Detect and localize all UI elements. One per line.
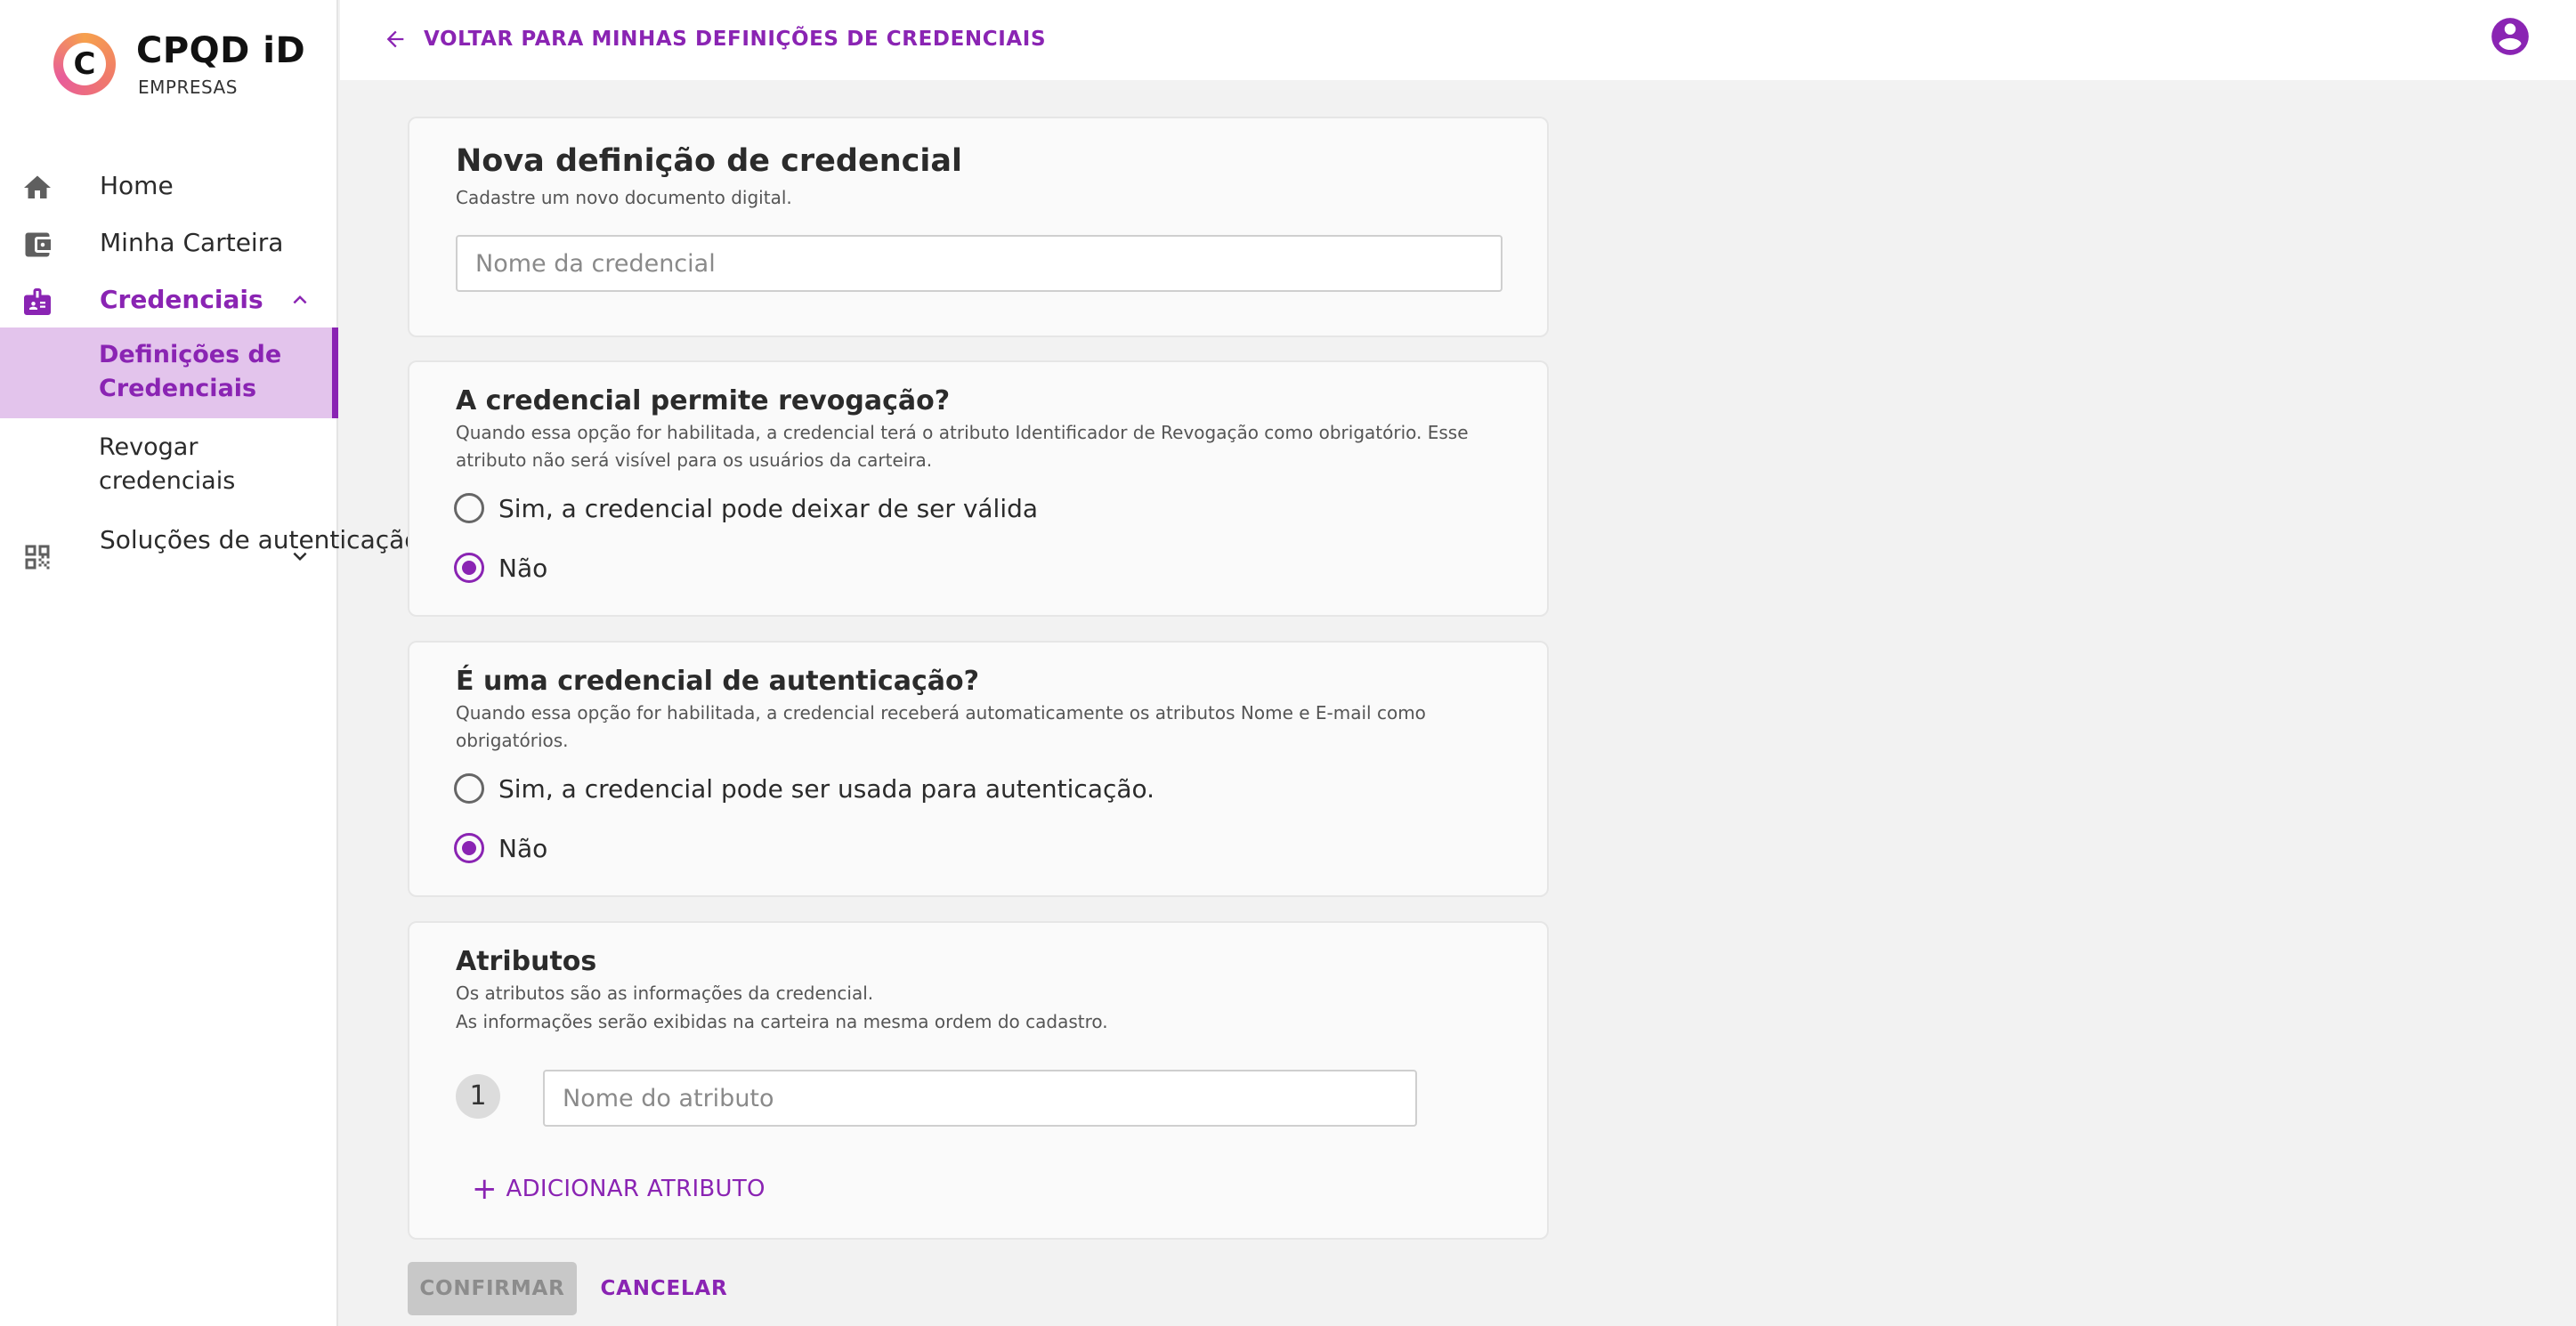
revocation-option-no[interactable]: Não: [454, 548, 547, 587]
brand-subtitle: EMPRESAS: [138, 77, 238, 98]
sidebar-item-label: Credenciais: [100, 285, 263, 314]
home-icon: [24, 175, 51, 198]
qr-code-icon: [25, 545, 50, 570]
sidebar: C CPQD iD EMPRESAS Home Minha Carteira C…: [0, 0, 420, 1326]
authentication-description: Quando essa opção for habilitada, a cred…: [456, 702, 1426, 751]
chevron-up-icon[interactable]: [287, 287, 313, 313]
attributes-title: Atributos: [456, 946, 597, 977]
chevron-down-icon[interactable]: [287, 543, 313, 570]
arrow-left-icon: [386, 30, 404, 48]
wallet-icon: [25, 232, 51, 257]
attributes-card: Atributos Os atributos são as informaçõe…: [408, 921, 1549, 1240]
badge-icon: [24, 288, 51, 315]
sidebar-item-label: Soluções de autenticação: [100, 525, 420, 554]
attribute-number-badge: 1: [456, 1074, 500, 1119]
radio-button[interactable]: [454, 833, 484, 863]
authentication-title: É uma credencial de autenticação?: [456, 666, 979, 697]
sidebar-item-label: Home: [100, 171, 174, 200]
attributes-description-order: As informações serão exibidas na carteir…: [456, 1011, 1108, 1032]
page-subtitle: Cadastre um novo documento digital.: [456, 187, 792, 208]
authentication-option-yes[interactable]: Sim, a credencial pode ser usada para au…: [454, 769, 1154, 808]
add-attribute-button[interactable]: + ADICIONAR ATRIBUTO: [472, 1174, 766, 1204]
sidebar-item-home[interactable]: Home: [0, 158, 338, 212]
radio-label: Sim, a credencial pode ser usada para au…: [498, 773, 1155, 804]
authentication-card: É uma credencial de autenticação? Quando…: [408, 641, 1549, 897]
sidebar-subitem-label: Definições de Credenciais: [99, 341, 282, 402]
radio-button[interactable]: [454, 553, 484, 583]
attributes-description: Os atributos são as informações da crede…: [456, 982, 874, 1004]
cpqd-logo-icon: C: [53, 33, 116, 95]
sidebar-item-wallet[interactable]: Minha Carteira: [0, 215, 338, 269]
cancel-button[interactable]: CANCELAR: [593, 1262, 735, 1315]
sidebar-item-solucoes-autenticacao[interactable]: Soluções de autenticação: [0, 520, 420, 594]
radio-label: Não: [498, 833, 548, 863]
account-circle-icon[interactable]: [2488, 14, 2532, 59]
add-attribute-label: ADICIONAR ATRIBUTO: [506, 1176, 766, 1202]
attribute-name-input[interactable]: [543, 1070, 1417, 1127]
page-title: Nova definição de credencial: [456, 143, 962, 179]
plus-icon: +: [472, 1171, 498, 1207]
top-bar: VOLTAR PARA MINHAS DEFINIÇÕES DE CREDENC…: [340, 0, 2576, 80]
sidebar-item-label: Minha Carteira: [100, 228, 284, 257]
confirm-button[interactable]: CONFIRMAR: [408, 1262, 577, 1315]
back-link-label: VOLTAR PARA MINHAS DEFINIÇÕES DE CREDENC…: [424, 28, 1047, 51]
sidebar-subitem-label: Revogar credenciais: [99, 433, 236, 495]
brand-title: CPQD iD: [136, 30, 306, 71]
radio-button[interactable]: [454, 773, 484, 804]
sidebar-subitem-definicoes[interactable]: Definições de Credenciais: [0, 327, 338, 418]
sidebar-item-credenciais[interactable]: Credenciais: [0, 272, 338, 326]
revocation-card: A credencial permite revogação? Quando e…: [408, 360, 1549, 617]
radio-button[interactable]: [454, 493, 484, 523]
revocation-option-yes[interactable]: Sim, a credencial pode deixar de ser vál…: [454, 489, 1038, 528]
sidebar-subitem-revogar[interactable]: Revogar credenciais: [0, 422, 338, 504]
radio-label: Sim, a credencial pode deixar de ser vál…: [498, 493, 1039, 523]
revocation-title: A credencial permite revogação?: [456, 385, 951, 416]
credential-name-input[interactable]: [456, 235, 1503, 292]
radio-label: Não: [498, 553, 548, 583]
authentication-option-no[interactable]: Não: [454, 829, 547, 868]
credential-name-card: Nova definição de credencial Cadastre um…: [408, 117, 1549, 337]
brand[interactable]: C CPQD iD EMPRESAS: [53, 28, 320, 109]
back-link[interactable]: VOLTAR PARA MINHAS DEFINIÇÕES DE CREDENC…: [383, 21, 1046, 57]
revocation-description: Quando essa opção for habilitada, a cred…: [456, 422, 1469, 471]
